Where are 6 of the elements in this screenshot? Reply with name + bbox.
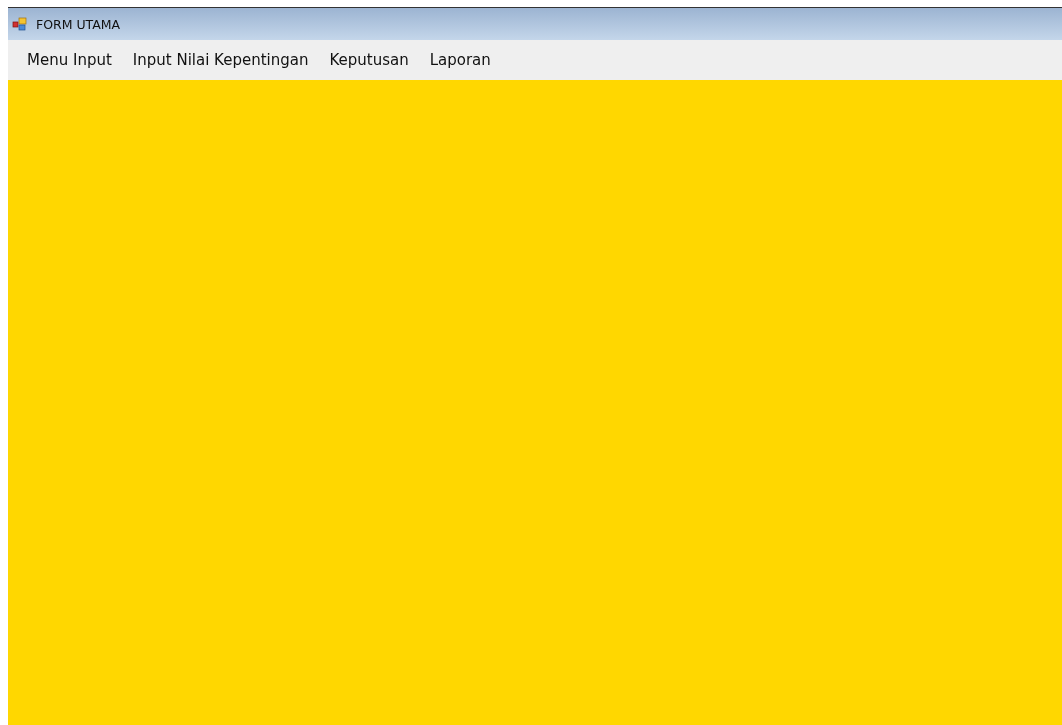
menu-item[interactable]: Keputusan <box>322 47 416 73</box>
menu-item[interactable]: Input Nilai Kepentingan <box>125 47 316 73</box>
app-icon <box>12 17 28 31</box>
menu-item[interactable]: Menu Input <box>20 47 119 73</box>
window-title: FORM UTAMA <box>36 16 121 32</box>
menu-item[interactable]: Laporan <box>422 47 498 73</box>
